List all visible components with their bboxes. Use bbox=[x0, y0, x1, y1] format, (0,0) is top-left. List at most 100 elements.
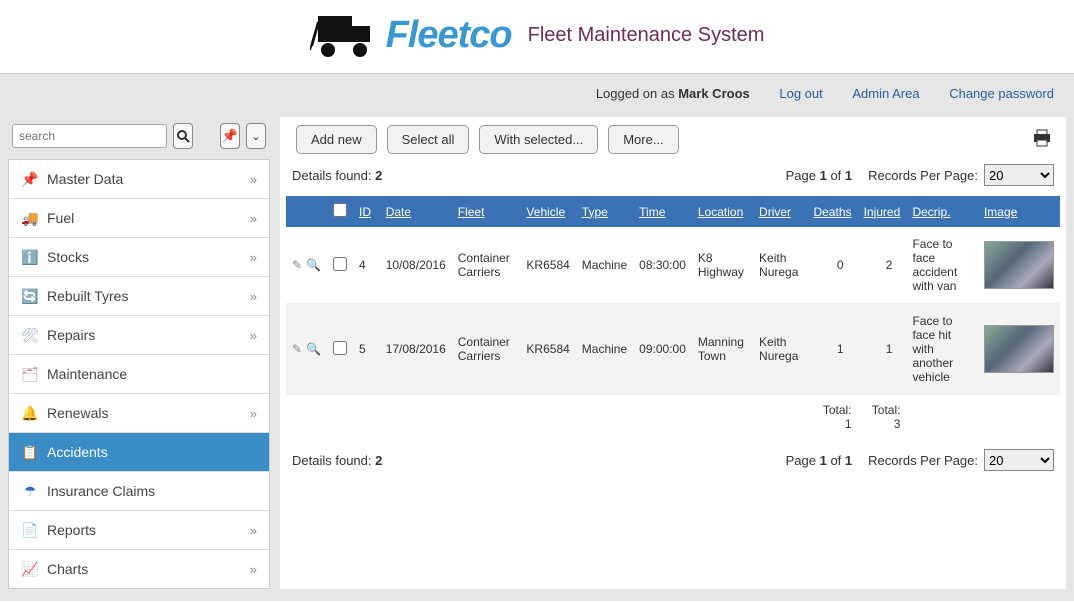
cell-injured: 2 bbox=[858, 227, 907, 304]
view-icon[interactable]: 🔍 bbox=[306, 258, 321, 272]
total-injured: Total: 3 bbox=[858, 395, 907, 440]
menu-icon: 📋 bbox=[21, 443, 39, 461]
cell-location: Manning Town bbox=[692, 304, 753, 395]
more-button[interactable]: More... bbox=[608, 125, 678, 154]
cell-vehicle: KR6584 bbox=[520, 304, 575, 395]
sidebar-item-insurance-claims[interactable]: ☂Insurance Claims bbox=[9, 472, 269, 511]
sidebar-item-rebuilt-tyres[interactable]: 🔄Rebuilt Tyres» bbox=[9, 277, 269, 316]
details-found: Details found: 2 bbox=[292, 168, 382, 183]
col-type[interactable]: Type bbox=[576, 196, 633, 227]
chevron-right-icon: » bbox=[250, 211, 257, 226]
menu-icon: 🔔 bbox=[21, 404, 39, 422]
sidebar-item-charts[interactable]: 📈Charts» bbox=[9, 550, 269, 588]
cell-deaths: 1 bbox=[807, 304, 857, 395]
chevron-right-icon: » bbox=[250, 328, 257, 343]
sidebar-item-label: Repairs bbox=[47, 327, 95, 343]
col-checkbox bbox=[327, 196, 353, 227]
edit-icon[interactable]: ✎ bbox=[292, 342, 302, 356]
col-date[interactable]: Date bbox=[380, 196, 452, 227]
search-button[interactable] bbox=[173, 123, 193, 149]
page-info-bottom: Page 1 of 1 bbox=[786, 453, 853, 468]
sidebar-item-stocks[interactable]: ℹ️Stocks» bbox=[9, 238, 269, 277]
sidebar-item-accidents[interactable]: 📋 Accidents bbox=[9, 433, 269, 472]
cell-id: 4 bbox=[353, 227, 380, 304]
menu-icon: 📄 bbox=[21, 521, 39, 539]
sidebar-item-label: Maintenance bbox=[47, 366, 127, 382]
username: Mark Croos bbox=[678, 86, 750, 101]
chevron-down-icon: ⌄ bbox=[251, 130, 260, 143]
sidebar-item-label: Charts bbox=[47, 561, 88, 577]
brand-subtitle: Fleet Maintenance System bbox=[528, 24, 765, 47]
pin-icon: 📌 bbox=[222, 128, 238, 144]
sidebar-item-maintenance[interactable]: 🗂Maintenance bbox=[9, 355, 269, 394]
cell-descrip: Face to face accident with van bbox=[906, 227, 977, 304]
cell-type: Machine bbox=[576, 227, 633, 304]
sidebar-item-fuel[interactable]: 🚚 Fuel » bbox=[9, 199, 269, 238]
print-icon bbox=[1032, 129, 1052, 147]
col-image[interactable]: Image bbox=[978, 196, 1060, 227]
cell-date: 10/08/2016 bbox=[380, 227, 452, 304]
col-location[interactable]: Location bbox=[692, 196, 753, 227]
truck-icon bbox=[310, 8, 380, 63]
chevron-right-icon: » bbox=[250, 289, 257, 304]
chevron-right-icon: » bbox=[250, 172, 257, 187]
logout-link[interactable]: Log out bbox=[779, 86, 822, 101]
cell-id: 5 bbox=[353, 304, 380, 395]
cell-injured: 1 bbox=[858, 304, 907, 395]
sidebar-item-reports[interactable]: 📄Reports» bbox=[9, 511, 269, 550]
rpp-select[interactable]: 20 bbox=[984, 164, 1054, 186]
col-driver[interactable]: Driver bbox=[753, 196, 807, 227]
total-deaths: Total: 1 bbox=[807, 395, 857, 440]
accident-thumb bbox=[984, 325, 1054, 373]
with-selected-button[interactable]: With selected... bbox=[479, 125, 598, 154]
col-fleet[interactable]: Fleet bbox=[452, 196, 521, 227]
topbar: Logged on as Mark Croos Log out Admin Ar… bbox=[0, 74, 1074, 113]
cell-date: 17/08/2016 bbox=[380, 304, 452, 395]
search-input[interactable] bbox=[12, 124, 167, 148]
sidebar-item-label: Master Data bbox=[47, 171, 123, 187]
accident-thumb bbox=[984, 241, 1054, 289]
menu-icon: ℹ️ bbox=[21, 248, 39, 266]
chevron-right-icon: » bbox=[250, 523, 257, 538]
cell-image[interactable] bbox=[978, 304, 1060, 395]
print-button[interactable] bbox=[1032, 129, 1052, 150]
logged-label: Logged on as bbox=[596, 86, 678, 101]
col-decrip[interactable]: Decrip. bbox=[906, 196, 977, 227]
menu-icon: 🚚 bbox=[21, 209, 39, 227]
sidebar-item-repairs[interactable]: 🛠Repairs» bbox=[9, 316, 269, 355]
view-icon[interactable]: 🔍 bbox=[306, 342, 321, 356]
table-row: ✎🔍410/08/2016Container CarriersKR6584Mac… bbox=[286, 227, 1060, 304]
rpp-label: Records Per Page: bbox=[868, 168, 978, 183]
cell-location: K8 Highway bbox=[692, 227, 753, 304]
col-time[interactable]: Time bbox=[633, 196, 692, 227]
sidebar-item-label: Fuel bbox=[47, 210, 74, 226]
col-injured[interactable]: Injured bbox=[858, 196, 907, 227]
select-all-checkbox[interactable] bbox=[333, 203, 347, 217]
cell-time: 08:30:00 bbox=[633, 227, 692, 304]
col-id[interactable]: ID bbox=[353, 196, 380, 227]
row-checkbox[interactable] bbox=[333, 341, 347, 355]
col-vehicle[interactable]: Vehicle bbox=[520, 196, 575, 227]
rpp-select-bottom[interactable]: 20 bbox=[984, 449, 1054, 471]
edit-icon[interactable]: ✎ bbox=[292, 258, 302, 272]
sidebar-menu: 📌 Master Data » 🚚 Fuel » ℹ️Stocks»🔄Rebuilt Tyr… bbox=[8, 159, 270, 589]
sidebar-item-label: Renewals bbox=[47, 405, 108, 421]
changepw-link[interactable]: Change password bbox=[949, 86, 1054, 101]
cell-driver: Keith Nurega bbox=[753, 304, 807, 395]
cell-image[interactable] bbox=[978, 227, 1060, 304]
menu-icon: 🔄 bbox=[21, 287, 39, 305]
menu-icon: 📌 bbox=[21, 170, 39, 188]
col-deaths[interactable]: Deaths bbox=[807, 196, 857, 227]
row-checkbox[interactable] bbox=[333, 257, 347, 271]
add-new-button[interactable]: Add new bbox=[296, 125, 377, 154]
pin-button[interactable]: 📌 bbox=[220, 123, 240, 149]
cell-descrip: Face to face hit with another vehicle bbox=[906, 304, 977, 395]
sidebar-item-master-data[interactable]: 📌 Master Data » bbox=[9, 160, 269, 199]
collapse-button[interactable]: ⌄ bbox=[246, 123, 266, 149]
sidebar-item-renewals[interactable]: 🔔 Renewals » bbox=[9, 394, 269, 433]
admin-link[interactable]: Admin Area bbox=[852, 86, 919, 101]
search-row: 📌 ⌄ bbox=[8, 117, 270, 159]
select-all-button[interactable]: Select all bbox=[387, 125, 470, 154]
sidebar-item-label: Accidents bbox=[47, 444, 108, 460]
chevron-right-icon: » bbox=[250, 406, 257, 421]
